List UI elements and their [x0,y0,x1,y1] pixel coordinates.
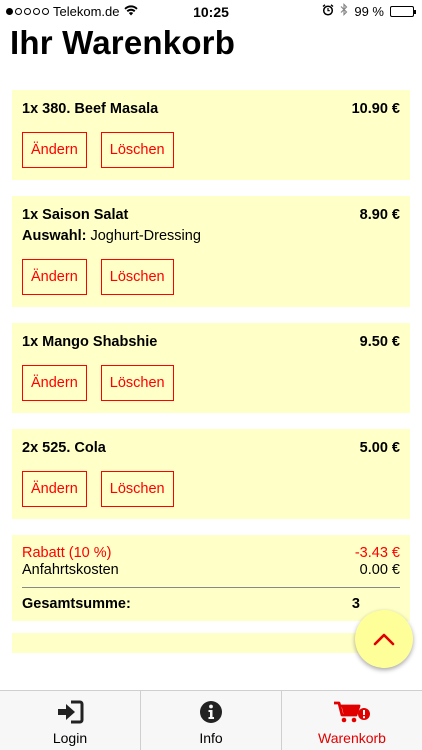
status-bar: Telekom.de 10:25 99 % [0,0,422,24]
cart-item: 1x Mango Shabshie 9.50 € Ändern Löschen [12,323,410,413]
discount-value: -3.43 € [354,545,400,561]
delivery-value: 0.00 € [359,562,400,578]
chevron-up-icon [373,633,395,646]
item-price: 10.90 € [351,101,400,117]
page-title: Ihr Warenkorb [10,24,236,61]
tab-bar: Login Info Warenkorb [0,690,422,750]
tab-login[interactable]: Login [0,691,140,750]
item-name: 2x 525. Cola [22,440,106,456]
cart-item: 1x 380. Beef Masala 10.90 € Ändern Lösch… [12,90,410,180]
tab-label: Login [52,730,88,746]
discount-label: Rabatt (10 %) [22,545,112,561]
tab-label: Warenkorb [318,730,386,746]
cart-item: 2x 525. Cola 5.00 € Ändern Löschen [12,429,410,519]
item-name: 1x 380. Beef Masala [22,101,159,117]
total-row: Gesamtsumme: 3 [22,596,400,613]
discount-row: Rabatt (10 %) -3.43 € [22,545,400,562]
delete-button[interactable]: Löschen [100,471,174,507]
edit-button[interactable]: Ändern [22,365,87,401]
info-icon [200,701,222,723]
total-label: Gesamtsumme: [22,596,131,612]
item-price: 8.90 € [359,207,400,223]
order-summary: Rabatt (10 %) -3.43 € Anfahrtskosten 0.0… [12,535,410,621]
item-price: 9.50 € [359,334,400,350]
item-name: 1x Saison Salat [22,207,129,223]
delivery-row: Anfahrtskosten 0.00 € [22,562,400,579]
item-name: 1x Mango Shabshie [22,334,158,350]
item-price: 5.00 € [359,440,400,456]
delete-button[interactable]: Löschen [100,132,174,168]
tab-info[interactable]: Info [140,691,281,750]
cart-list: 1x 380. Beef Masala 10.90 € Ändern Lösch… [12,90,410,653]
bluetooth-icon [340,3,348,19]
battery-percent: 99 % [354,3,384,19]
login-icon [58,700,84,724]
total-value: 3 [351,596,360,612]
edit-button[interactable]: Ändern [22,132,87,168]
delete-button[interactable]: Löschen [100,365,174,401]
battery-icon [390,5,416,17]
summary-divider [22,587,400,588]
item-option-value: Joghurt-Dressing [86,228,201,244]
item-option-label: Auswahl: [22,228,87,244]
scroll-to-top-button[interactable] [355,610,413,668]
edit-button[interactable]: Ändern [22,471,87,507]
cart-icon [334,701,370,723]
alarm-icon [322,3,334,19]
cart-item: 1x Saison Salat 8.90 € Auswahl: Joghurt-… [12,196,410,307]
tab-label: Info [199,730,223,746]
status-right-group: 99 % [322,3,416,19]
next-card-partial [12,633,410,653]
delete-button[interactable]: Löschen [100,259,174,295]
item-option: Auswahl: Joghurt-Dressing [22,227,400,245]
edit-button[interactable]: Ändern [22,259,87,295]
tab-warenkorb[interactable]: Warenkorb [281,691,422,750]
delivery-label: Anfahrtskosten [22,562,119,578]
